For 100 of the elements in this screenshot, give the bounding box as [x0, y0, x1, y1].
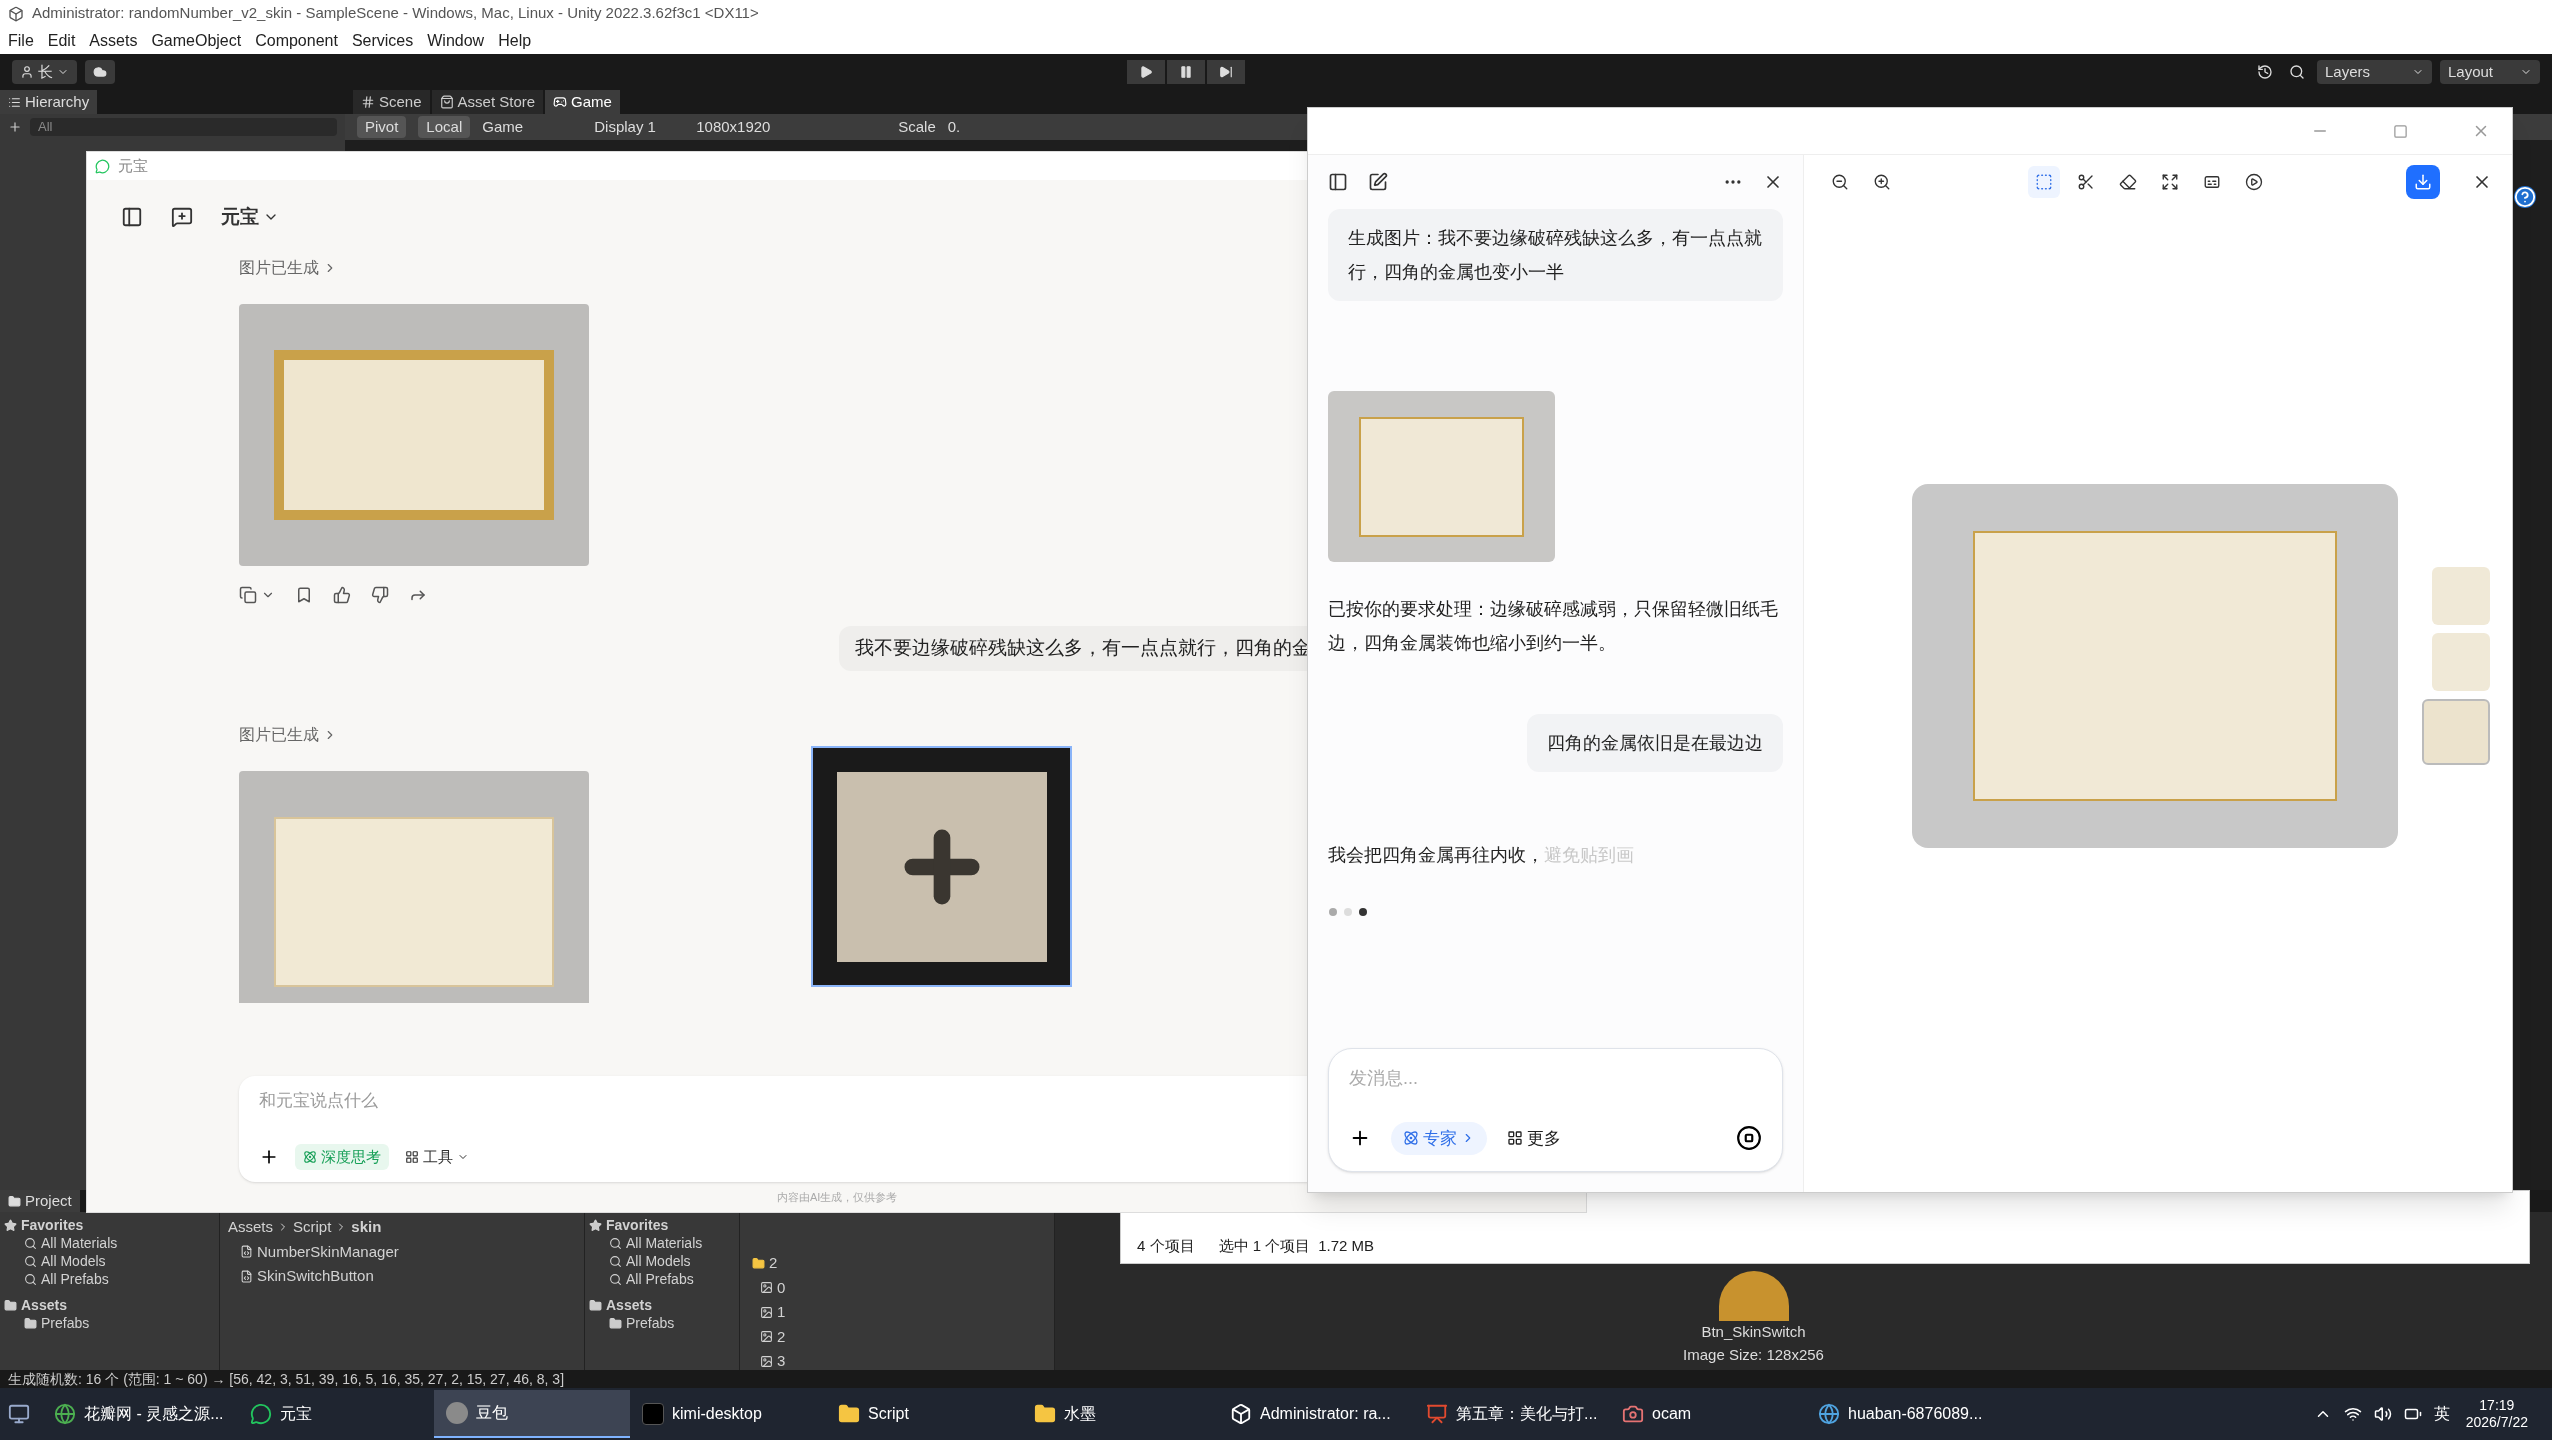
tree-item[interactable]: All Prefabs: [41, 1270, 109, 1288]
bookmark-icon[interactable]: [295, 586, 313, 604]
wifi-icon[interactable]: [2343, 1405, 2362, 1423]
pause-button[interactable]: [1167, 60, 1205, 84]
thumbnail[interactable]: [2432, 566, 2490, 625]
play-button[interactable]: [1127, 60, 1165, 84]
input-language[interactable]: 英: [2433, 1402, 2450, 1426]
start-icon[interactable]: [8, 1403, 30, 1425]
tree-item[interactable]: All Prefabs: [626, 1270, 694, 1288]
presentation-icon: [1426, 1403, 1448, 1425]
pivot-dropdown[interactable]: Pivot: [357, 115, 407, 139]
model-dropdown[interactable]: 元宝: [221, 202, 279, 232]
thumbnail[interactable]: [2422, 698, 2490, 765]
thumbnail[interactable]: [2432, 632, 2490, 691]
menu-item[interactable]: Window: [427, 28, 485, 53]
menu-item[interactable]: Component: [255, 28, 338, 53]
cloud-button[interactable]: [85, 60, 115, 84]
thumbs-down-icon[interactable]: [371, 586, 389, 604]
more-button[interactable]: 更多: [1507, 1125, 1561, 1151]
tree-item[interactable]: All Materials: [41, 1234, 118, 1252]
layers-dropdown[interactable]: Layers: [2317, 60, 2432, 84]
taskbar-item[interactable]: kimi-desktop: [630, 1390, 826, 1438]
taskbar-item[interactable]: Administrator: ra...: [1218, 1390, 1414, 1438]
breadcrumb-item[interactable]: skin: [351, 1216, 382, 1239]
tree-item[interactable]: All Models: [626, 1252, 691, 1270]
search-icon: [24, 1236, 37, 1250]
generated-link[interactable]: 图片已生成: [239, 722, 337, 747]
tree-item[interactable]: Prefabs: [41, 1314, 90, 1332]
globe-icon: [54, 1403, 76, 1425]
resolution-dropdown[interactable]: 1080x1920: [696, 115, 887, 139]
tree-item[interactable]: Assets: [21, 1296, 67, 1314]
taskbar-item[interactable]: Script: [826, 1390, 1022, 1438]
tree-item[interactable]: All Materials: [626, 1234, 703, 1252]
history-icon[interactable]: [2257, 64, 2273, 80]
tools-dropdown[interactable]: 工具: [405, 1145, 469, 1168]
menu-item[interactable]: File: [8, 28, 34, 53]
step-icon: [1219, 65, 1233, 79]
tree-item[interactable]: Favorites: [606, 1216, 669, 1234]
tree-item[interactable]: Prefabs: [626, 1314, 675, 1332]
tree-item[interactable]: Favorites: [21, 1216, 84, 1234]
pause-icon: [1179, 65, 1193, 79]
new-chat-icon[interactable]: [1368, 172, 1388, 192]
grid-icon: [405, 1149, 419, 1164]
download-button[interactable]: [2406, 165, 2440, 199]
local-dropdown[interactable]: Local: [418, 115, 471, 139]
clock[interactable]: 17:19 2026/7/22: [2465, 1396, 2528, 1432]
copy-icon[interactable]: [239, 586, 257, 604]
taskbar-item[interactable]: 第五章：美化与打...: [1414, 1390, 1610, 1438]
view-dropdown[interactable]: Game: [482, 115, 583, 139]
script-name[interactable]: SkinSwitchButton: [257, 1265, 374, 1288]
sprite-name[interactable]: 3: [777, 1350, 786, 1373]
menu-item[interactable]: GameObject: [151, 28, 242, 53]
dragged-image[interactable]: [811, 746, 1072, 987]
stop-icon[interactable]: [1736, 1125, 1762, 1152]
bag-icon: [439, 95, 454, 109]
search-icon: [609, 1272, 622, 1286]
generated-link[interactable]: 图片已生成: [239, 256, 337, 280]
item-count: 4 个项目: [1137, 1235, 1195, 1256]
cloud-icon: [93, 65, 107, 79]
window-title: Administrator: randomNumber_v2_skin - SampleScene - Windows, Mac, Linux - Unity 2022.3.62f3c1 <DX11>: [32, 3, 759, 24]
sprite-name[interactable]: 0: [777, 1276, 786, 1299]
folder-name[interactable]: 2: [769, 1252, 778, 1275]
sidebar-icon[interactable]: [1328, 172, 1348, 192]
expert-mode-button[interactable]: 专家: [1391, 1121, 1487, 1155]
search-icon: [24, 1254, 37, 1268]
step-button[interactable]: [1207, 60, 1245, 84]
tree-item[interactable]: All Models: [41, 1252, 106, 1270]
zoom-in-icon: [1873, 173, 1891, 191]
menu-item[interactable]: Help: [498, 28, 532, 53]
taskbar-item[interactable]: 花瓣网 - 灵感之源...: [42, 1390, 238, 1438]
sprite-name[interactable]: 2: [777, 1325, 786, 1348]
breadcrumb-item[interactable]: Assets: [228, 1216, 273, 1239]
thumbs-up-icon[interactable]: [333, 586, 351, 604]
taskbar-item[interactable]: 豆包: [434, 1390, 630, 1438]
taskbar-item[interactable]: 水墨: [1022, 1390, 1218, 1438]
menu-item[interactable]: Services: [351, 28, 414, 53]
tree-item[interactable]: Assets: [606, 1296, 652, 1314]
view-tab[interactable]: Scene: [353, 90, 430, 114]
view-tab[interactable]: Game: [545, 90, 620, 114]
folder-icon: [24, 1316, 37, 1330]
new-chat-icon[interactable]: [171, 206, 193, 228]
speaker-icon[interactable]: [2373, 1405, 2392, 1423]
taskbar-item[interactable]: huaban-6876089...: [1806, 1390, 2002, 1438]
folder-icon: [609, 1316, 622, 1330]
breadcrumb-item[interactable]: Script: [293, 1216, 332, 1239]
sidebar-icon[interactable]: [121, 206, 143, 228]
project-tab[interactable]: Project: [0, 1190, 80, 1212]
view-tab[interactable]: Asset Store: [431, 90, 544, 114]
display-dropdown[interactable]: Display 1: [594, 115, 685, 139]
account-button[interactable]: 长: [12, 60, 77, 84]
script-name[interactable]: NumberSkinManager: [257, 1240, 399, 1263]
taskbar-item[interactable]: 元宝: [238, 1390, 434, 1438]
taskbar-item[interactable]: ocam: [1610, 1390, 1806, 1438]
menu-item[interactable]: Edit: [47, 28, 76, 53]
search-icon[interactable]: [2289, 64, 2305, 80]
hierarchy-tab[interactable]: Hierarchy: [0, 90, 98, 114]
layout-dropdown[interactable]: Layout: [2440, 60, 2540, 84]
sprite-name[interactable]: 1: [777, 1301, 786, 1324]
search-field[interactable]: All: [30, 118, 337, 136]
menu-item[interactable]: Assets: [89, 28, 138, 53]
